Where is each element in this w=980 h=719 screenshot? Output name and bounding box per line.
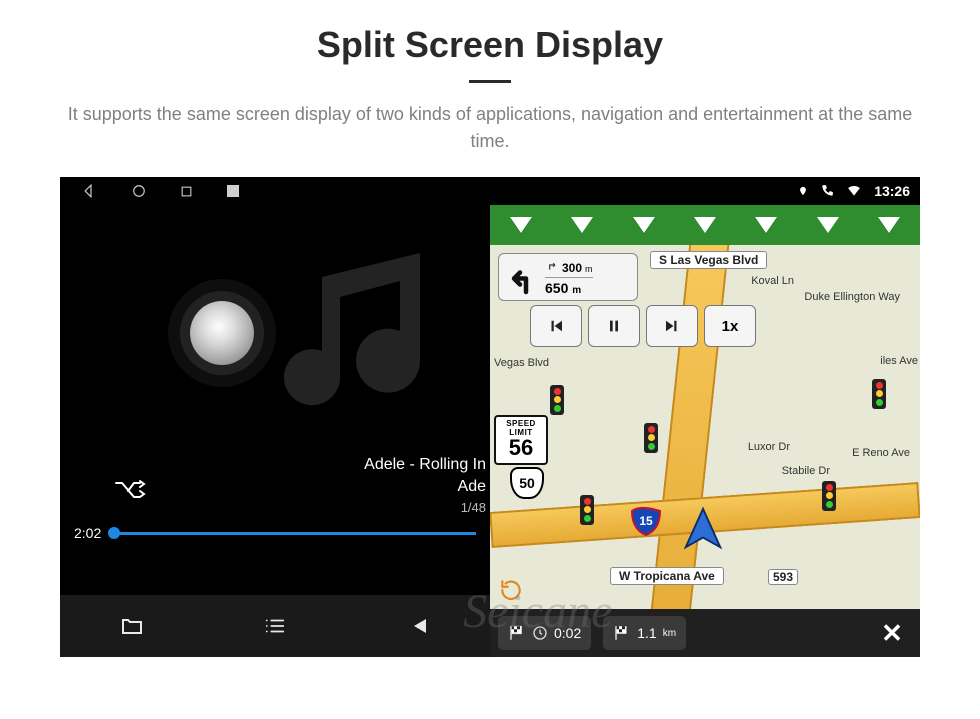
lane-arrow-icon xyxy=(633,217,655,233)
map-label: Stabile Dr xyxy=(782,465,830,477)
street-label: S Las Vegas Blvd xyxy=(650,251,767,269)
lane-arrow-icon xyxy=(571,217,593,233)
vehicle-marker xyxy=(680,505,726,556)
status-bar-right: 13:26 xyxy=(490,177,920,205)
turn-card: 300 m 650 m xyxy=(498,253,638,301)
refresh-icon[interactable] xyxy=(498,577,524,603)
clock-icon xyxy=(532,625,548,641)
map-label: iles Ave xyxy=(880,355,918,367)
lane-arrow-icon xyxy=(694,217,716,233)
clock: 13:26 xyxy=(874,183,910,199)
device-screenshot: Adele - Rolling In Ade 1/48 2:02 13:26 xyxy=(60,177,920,657)
progress-bar[interactable] xyxy=(113,532,476,535)
speed-limit-label: SPEED xyxy=(496,419,546,428)
next-turn-distance: 300 xyxy=(562,261,582,275)
phone-icon xyxy=(820,184,834,198)
traffic-light-icon xyxy=(872,379,886,409)
elapsed-time: 2:02 xyxy=(74,525,101,541)
progress-row: 2:02 xyxy=(60,525,490,541)
map-label: Luxor Dr xyxy=(748,441,790,453)
sim-speed-button[interactable]: 1x xyxy=(704,305,756,347)
interstate-15-shield: 15 xyxy=(630,505,662,537)
sim-prev-button[interactable] xyxy=(530,305,582,347)
location-icon xyxy=(798,184,808,198)
folder-icon[interactable] xyxy=(117,614,147,638)
title-underline xyxy=(469,80,511,83)
speed-limit-value: 56 xyxy=(496,437,546,459)
close-nav-button[interactable]: ✕ xyxy=(872,618,912,649)
shuffle-icon[interactable] xyxy=(114,478,146,507)
turn-distance-unit: m xyxy=(572,285,581,296)
progress-thumb[interactable] xyxy=(108,527,120,539)
back-icon[interactable] xyxy=(84,184,98,198)
track-meta: Adele - Rolling In Ade 1/48 xyxy=(364,454,486,517)
lane-arrow-icon xyxy=(510,217,532,233)
nav-bottom-bar: 0:02 1.1 km ✕ xyxy=(490,609,920,657)
album-art-placeholder xyxy=(260,241,500,441)
page-subtitle: It supports the same screen display of t… xyxy=(50,101,930,155)
sim-controls: 1x xyxy=(530,305,756,347)
music-bottom-bar xyxy=(60,595,490,657)
recent-icon[interactable] xyxy=(180,185,193,198)
play-disc-button[interactable] xyxy=(190,301,254,365)
lane-guidance-bar xyxy=(490,205,920,245)
map-label: Duke Ellington Way xyxy=(804,291,900,303)
lane-arrow-icon xyxy=(817,217,839,233)
android-nav-bar xyxy=(60,177,490,205)
map-label: E Reno Ave xyxy=(852,447,910,459)
traffic-light-icon xyxy=(580,495,594,525)
track-artist: Ade xyxy=(364,476,486,498)
map-canvas[interactable]: S Las Vegas Blvd W Tropicana Ave 593 Kov… xyxy=(490,245,920,609)
sim-next-button[interactable] xyxy=(646,305,698,347)
turn-left-icon xyxy=(505,259,541,295)
track-title: Adele - Rolling In xyxy=(364,454,486,476)
traffic-light-icon xyxy=(644,423,658,453)
speed-limit-sign: SPEED LIMIT 56 xyxy=(494,415,548,465)
street-number: 593 xyxy=(768,569,798,585)
destination-flag-icon xyxy=(613,624,631,642)
music-body: Adele - Rolling In Ade 1/48 2:02 xyxy=(60,205,490,595)
street-label: W Tropicana Ave xyxy=(610,567,724,585)
playlist-icon[interactable] xyxy=(260,615,290,637)
track-index: 1/48 xyxy=(364,499,486,517)
eta-time: 0:02 xyxy=(554,625,581,641)
sim-pause-button[interactable] xyxy=(588,305,640,347)
next-turn-unit: m xyxy=(585,264,593,274)
turn-distance-value: 650 xyxy=(545,280,568,296)
lane-arrow-icon xyxy=(755,217,777,233)
map-label: Koval Ln xyxy=(751,275,794,287)
traffic-light-icon xyxy=(822,481,836,511)
prev-track-icon[interactable] xyxy=(403,614,433,638)
svg-text:15: 15 xyxy=(639,514,653,528)
wifi-icon xyxy=(846,184,862,198)
image-icon xyxy=(227,185,239,197)
distance-segment[interactable]: 1.1 km xyxy=(603,616,686,650)
music-pane: Adele - Rolling In Ade 1/48 2:02 xyxy=(60,177,490,657)
remaining-distance-unit: km xyxy=(663,628,676,639)
destination-flag-icon xyxy=(508,624,526,642)
remaining-distance: 1.1 xyxy=(637,625,656,641)
home-icon[interactable] xyxy=(132,184,146,198)
navigation-pane: 13:26 S Las Vegas Blvd W Tropicana Ave 5… xyxy=(490,177,920,657)
traffic-light-icon xyxy=(550,385,564,415)
route-50-shield: 50 xyxy=(510,467,544,499)
page-title: Split Screen Display xyxy=(317,24,663,66)
map-label: Vegas Blvd xyxy=(494,357,549,369)
lane-arrow-icon xyxy=(878,217,900,233)
eta-time-segment[interactable]: 0:02 xyxy=(498,616,591,650)
turn-right-small-icon xyxy=(545,258,559,272)
